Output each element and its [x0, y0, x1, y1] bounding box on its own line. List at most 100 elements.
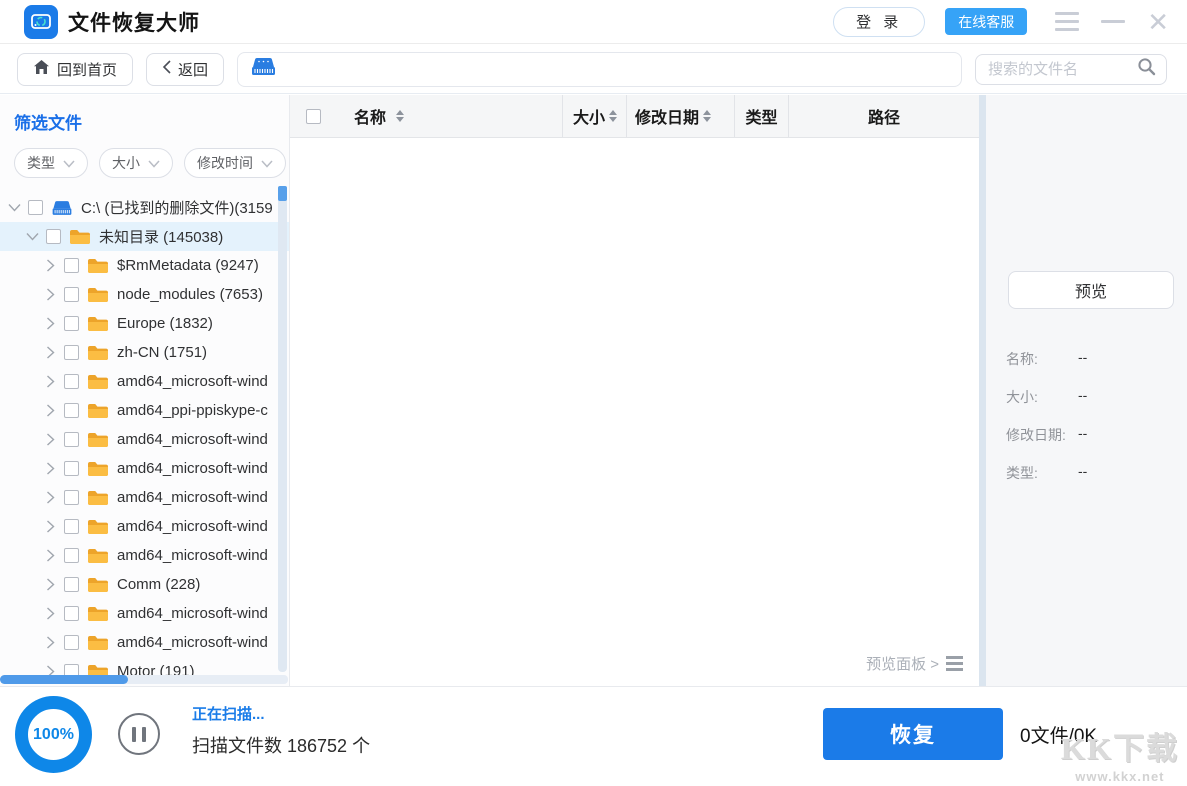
tree-checkbox[interactable]	[64, 606, 79, 621]
tree-checkbox[interactable]	[64, 374, 79, 389]
tree-row[interactable]: node_modules (7653)	[0, 280, 289, 309]
watermark-url: www.kkx.net	[1061, 769, 1179, 784]
filter-size-dropdown[interactable]: 大小	[99, 148, 173, 178]
tree-row[interactable]: amd64_microsoft-wind	[0, 599, 289, 628]
sort-size-icon[interactable]	[609, 110, 617, 122]
preview-button[interactable]: 预览	[1008, 271, 1174, 309]
tree-row[interactable]: C:\ (已找到的删除文件)(3159	[0, 193, 289, 222]
preview-panel: 预览 名称: -- 大小: -- 修改日期: -- 类型: --	[986, 95, 1187, 686]
tree-chevron-icon[interactable]	[26, 231, 38, 243]
login-button[interactable]: 登 录	[833, 7, 925, 37]
tree-chevron-icon[interactable]	[44, 608, 56, 620]
tree-checkbox[interactable]	[46, 229, 61, 244]
filter-mtime-dropdown[interactable]: 修改时间	[184, 148, 286, 178]
tree-checkbox[interactable]	[64, 432, 79, 447]
tree-chevron-icon[interactable]	[44, 318, 56, 330]
tree-vertical-scrollbar-thumb[interactable]	[278, 186, 287, 201]
tree-row[interactable]: amd64_microsoft-wind	[0, 425, 289, 454]
online-support-button[interactable]: 在线客服	[945, 8, 1027, 35]
tree-chevron-icon[interactable]	[44, 347, 56, 359]
tree-chevron-icon[interactable]	[44, 434, 56, 446]
tree-row-label: amd64_microsoft-wind	[117, 489, 268, 506]
tree-row[interactable]: amd64_microsoft-wind	[0, 483, 289, 512]
tree-row[interactable]: Europe (1832)	[0, 309, 289, 338]
scanned-count: 扫描文件数 186752 个	[192, 732, 370, 758]
tree-horizontal-scrollbar-thumb[interactable]	[0, 675, 128, 684]
tree-row-label: amd64_microsoft-wind	[117, 373, 268, 390]
field-date-value: --	[1078, 425, 1087, 445]
tree-checkbox[interactable]	[64, 258, 79, 273]
field-name: 名称: --	[1006, 349, 1087, 369]
main-vertical-scrollbar[interactable]	[979, 95, 986, 686]
tree-checkbox[interactable]	[64, 548, 79, 563]
tree-horizontal-scrollbar[interactable]	[0, 675, 288, 684]
tree-row-label: Europe (1832)	[117, 315, 213, 332]
tree-chevron-icon[interactable]	[44, 260, 56, 272]
chevron-down-icon	[148, 155, 160, 171]
folder-icon	[87, 489, 109, 507]
tree-checkbox[interactable]	[28, 200, 43, 215]
select-all-checkbox[interactable]	[306, 109, 321, 124]
tree-row-label: Comm (228)	[117, 576, 200, 593]
tree-checkbox[interactable]	[64, 403, 79, 418]
tree-checkbox[interactable]	[64, 287, 79, 302]
sort-date-icon[interactable]	[703, 110, 711, 122]
folder-icon	[87, 634, 109, 652]
tree-chevron-icon[interactable]	[44, 637, 56, 649]
search-icon[interactable]	[1137, 57, 1156, 81]
tree-row[interactable]: $RmMetadata (9247)	[0, 251, 289, 280]
tree-chevron-icon[interactable]	[44, 492, 56, 504]
folder-icon	[87, 402, 109, 420]
tree-row[interactable]: zh-CN (1751)	[0, 338, 289, 367]
tree-row[interactable]: 未知目录 (145038)	[0, 222, 289, 251]
sort-name-icon[interactable]	[396, 110, 404, 122]
minimize-icon[interactable]	[1101, 20, 1125, 23]
folder-icon	[87, 431, 109, 449]
tree-chevron-icon[interactable]	[44, 376, 56, 388]
toolbar: 回到首页 返回	[0, 45, 1187, 94]
tree-checkbox[interactable]	[64, 519, 79, 534]
tree-chevron-icon[interactable]	[8, 202, 20, 214]
tree-row[interactable]: amd64_ppi-ppiskype-c	[0, 396, 289, 425]
preview-panel-toggle[interactable]: 预览面板 >	[866, 653, 963, 674]
tree-row[interactable]: amd64_microsoft-wind	[0, 367, 289, 396]
tree-row[interactable]: Comm (228)	[0, 570, 289, 599]
filter-type-label: 类型	[27, 153, 55, 173]
tree-checkbox[interactable]	[64, 635, 79, 650]
folder-icon	[87, 373, 109, 391]
back-chevron-icon	[162, 60, 171, 78]
back-button[interactable]: 返回	[146, 53, 224, 86]
tree-row[interactable]: amd64_microsoft-wind	[0, 512, 289, 541]
tree-checkbox[interactable]	[64, 461, 79, 476]
menu-icon[interactable]	[1055, 12, 1079, 31]
tree-chevron-icon[interactable]	[44, 550, 56, 562]
path-bar[interactable]	[237, 52, 962, 87]
close-icon[interactable]: ✕	[1147, 11, 1169, 33]
folder-icon	[87, 518, 109, 536]
folder-icon	[87, 576, 109, 594]
filter-row: 类型 大小 修改时间	[14, 148, 289, 178]
tree-row[interactable]: amd64_microsoft-wind	[0, 454, 289, 483]
tree-checkbox[interactable]	[64, 577, 79, 592]
field-name-value: --	[1078, 349, 1087, 369]
chevron-down-icon	[261, 155, 273, 171]
tree-row-label: amd64_microsoft-wind	[117, 605, 268, 622]
filter-type-dropdown[interactable]: 类型	[14, 148, 88, 178]
tree-chevron-icon[interactable]	[44, 405, 56, 417]
tree-row[interactable]: amd64_microsoft-wind	[0, 541, 289, 570]
tree-chevron-icon[interactable]	[44, 521, 56, 533]
panel-list-icon	[946, 656, 963, 671]
recover-button[interactable]: 恢复	[823, 708, 1003, 760]
tree-checkbox[interactable]	[64, 316, 79, 331]
tree-chevron-icon[interactable]	[44, 463, 56, 475]
folder-icon	[87, 315, 109, 333]
tree-row[interactable]: amd64_microsoft-wind	[0, 628, 289, 657]
search-input[interactable]	[988, 61, 1137, 78]
tree-chevron-icon[interactable]	[44, 289, 56, 301]
tree-checkbox[interactable]	[64, 490, 79, 505]
tree-chevron-icon[interactable]	[44, 579, 56, 591]
pause-button[interactable]	[118, 713, 160, 755]
tree-vertical-scrollbar[interactable]	[278, 186, 287, 672]
home-button[interactable]: 回到首页	[17, 53, 133, 86]
tree-checkbox[interactable]	[64, 345, 79, 360]
